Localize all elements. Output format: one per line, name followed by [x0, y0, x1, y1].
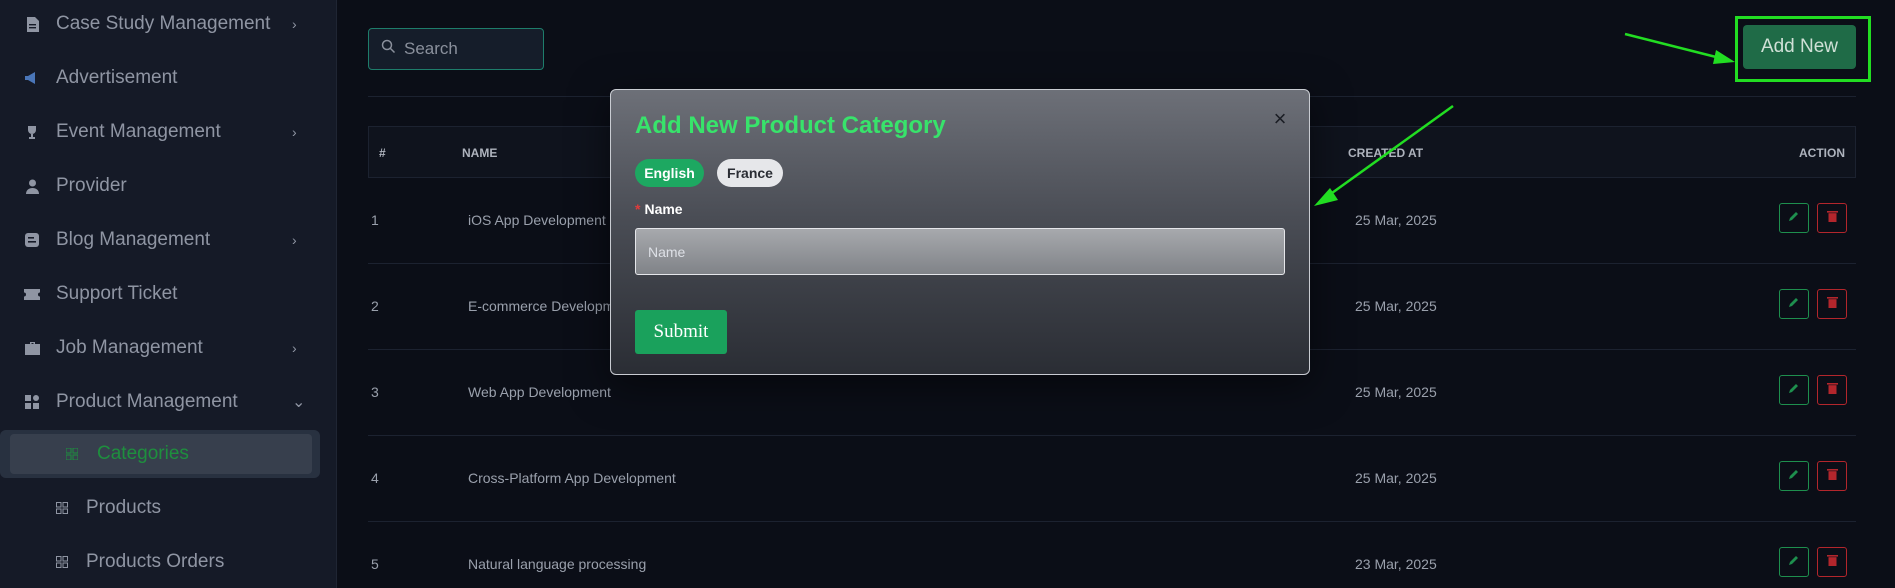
document-icon — [24, 16, 40, 32]
sidebar-item-label: Blog Management — [56, 229, 211, 250]
sidebar-item-products[interactable]: Products — [0, 481, 337, 535]
row-created-at: 25 Mar, 2025 — [1355, 384, 1437, 400]
edit-button[interactable] — [1779, 203, 1809, 233]
delete-button[interactable] — [1817, 203, 1847, 233]
briefcase-icon — [24, 340, 40, 356]
chevron-right-icon: › — [292, 124, 297, 140]
trash-icon — [1826, 209, 1838, 227]
row-created-at: 23 Mar, 2025 — [1355, 556, 1437, 572]
sidebar-item-job[interactable]: Job Management › — [0, 321, 337, 375]
sidebar-item-event[interactable]: Event Management › — [0, 105, 337, 159]
row-index: 3 — [371, 384, 379, 400]
edit-button[interactable] — [1779, 289, 1809, 319]
row-name: E-commerce Development — [468, 298, 634, 314]
sidebar-item-advertisement[interactable]: Advertisement — [0, 51, 337, 105]
sidebar-item-label: Case Study Management — [56, 13, 271, 34]
add-new-button[interactable]: Add New — [1743, 25, 1856, 69]
annotation-highlight-box: Add New — [1735, 16, 1871, 82]
row-name: Natural language processing — [468, 556, 647, 572]
row-created-at: 25 Mar, 2025 — [1355, 298, 1437, 314]
header-index: # — [379, 146, 386, 160]
search-box — [368, 28, 544, 70]
header-created-at: CREATED AT — [1348, 146, 1424, 160]
delete-button[interactable] — [1817, 289, 1847, 319]
name-label: * Name — [635, 201, 683, 217]
trash-icon — [1826, 295, 1838, 313]
table-row: 5 Natural language processing 23 Mar, 20… — [368, 522, 1856, 588]
row-created-at: 25 Mar, 2025 — [1355, 470, 1437, 486]
grid-small-icon — [56, 502, 68, 514]
sidebar-item-products-orders[interactable]: Products Orders — [0, 535, 337, 588]
sidebar-item-label: Categories — [97, 443, 189, 464]
row-index: 5 — [371, 556, 379, 572]
pencil-icon — [1788, 467, 1800, 485]
language-tab-france[interactable]: France — [717, 159, 783, 187]
language-tab-english[interactable]: English — [635, 159, 704, 187]
sidebar-item-label: Job Management — [56, 337, 203, 358]
sidebar-item-label: Products — [86, 497, 161, 518]
row-index: 1 — [371, 212, 379, 228]
sidebar-item-product-management[interactable]: Product Management ⌄ — [0, 375, 337, 429]
chevron-right-icon: › — [292, 340, 297, 356]
search-input[interactable] — [404, 39, 534, 59]
delete-button[interactable] — [1817, 547, 1847, 577]
trash-icon — [1826, 467, 1838, 485]
add-category-modal: Add New Product Category × English Franc… — [610, 89, 1310, 375]
name-field[interactable] — [635, 228, 1285, 275]
row-created-at: 25 Mar, 2025 — [1355, 212, 1437, 228]
sidebar-item-label: Advertisement — [56, 67, 178, 88]
name-label-text: Name — [644, 201, 683, 217]
chevron-right-icon: › — [292, 16, 297, 32]
grid-icon — [24, 394, 40, 410]
modal-title: Add New Product Category — [635, 112, 946, 139]
megaphone-icon — [24, 70, 40, 86]
delete-button[interactable] — [1817, 461, 1847, 491]
trophy-icon — [24, 124, 40, 140]
pencil-icon — [1788, 381, 1800, 399]
sidebar-item-label: Products Orders — [86, 551, 225, 572]
close-icon[interactable]: × — [1271, 108, 1289, 130]
sidebar: Case Study Management › Advertisement Ev… — [0, 0, 337, 588]
sidebar-item-label: Support Ticket — [56, 283, 178, 304]
submit-button[interactable]: Submit — [635, 310, 727, 354]
delete-button[interactable] — [1817, 375, 1847, 405]
chevron-down-icon: ⌄ — [292, 394, 306, 411]
grid-small-icon — [66, 448, 78, 460]
sidebar-item-label: Event Management — [56, 121, 221, 142]
header-name: NAME — [462, 146, 498, 160]
pencil-icon — [1788, 209, 1800, 227]
sidebar-item-provider[interactable]: Provider — [0, 159, 337, 213]
trash-icon — [1826, 381, 1838, 399]
required-mark: * — [635, 201, 641, 217]
header-action: ACTION — [1799, 146, 1845, 160]
chevron-right-icon: › — [292, 232, 297, 248]
row-name: Cross-Platform App Development — [468, 470, 676, 486]
sidebar-item-support[interactable]: Support Ticket — [0, 267, 337, 321]
pencil-icon — [1788, 553, 1800, 571]
ticket-icon — [24, 286, 40, 302]
edit-button[interactable] — [1779, 547, 1809, 577]
row-index: 2 — [371, 298, 379, 314]
trash-icon — [1826, 553, 1838, 571]
search-icon — [381, 39, 396, 59]
sidebar-item-case-study[interactable]: Case Study Management › — [0, 0, 337, 51]
row-name: Web App Development — [468, 384, 611, 400]
sidebar-item-label: Product Management — [56, 391, 238, 412]
row-name: iOS App Development — [468, 212, 606, 228]
row-index: 4 — [371, 470, 379, 486]
table-row: 4 Cross-Platform App Development 25 Mar,… — [368, 436, 1856, 522]
blog-icon — [24, 232, 40, 248]
edit-button[interactable] — [1779, 375, 1809, 405]
grid-small-icon — [56, 556, 68, 568]
sidebar-item-blog[interactable]: Blog Management › — [0, 213, 337, 267]
sidebar-item-label: Provider — [56, 175, 127, 196]
pencil-icon — [1788, 295, 1800, 313]
sidebar-item-categories[interactable]: Categories — [0, 427, 337, 481]
user-tie-icon — [24, 178, 40, 194]
edit-button[interactable] — [1779, 461, 1809, 491]
annotation-arrow — [1624, 32, 1735, 64]
